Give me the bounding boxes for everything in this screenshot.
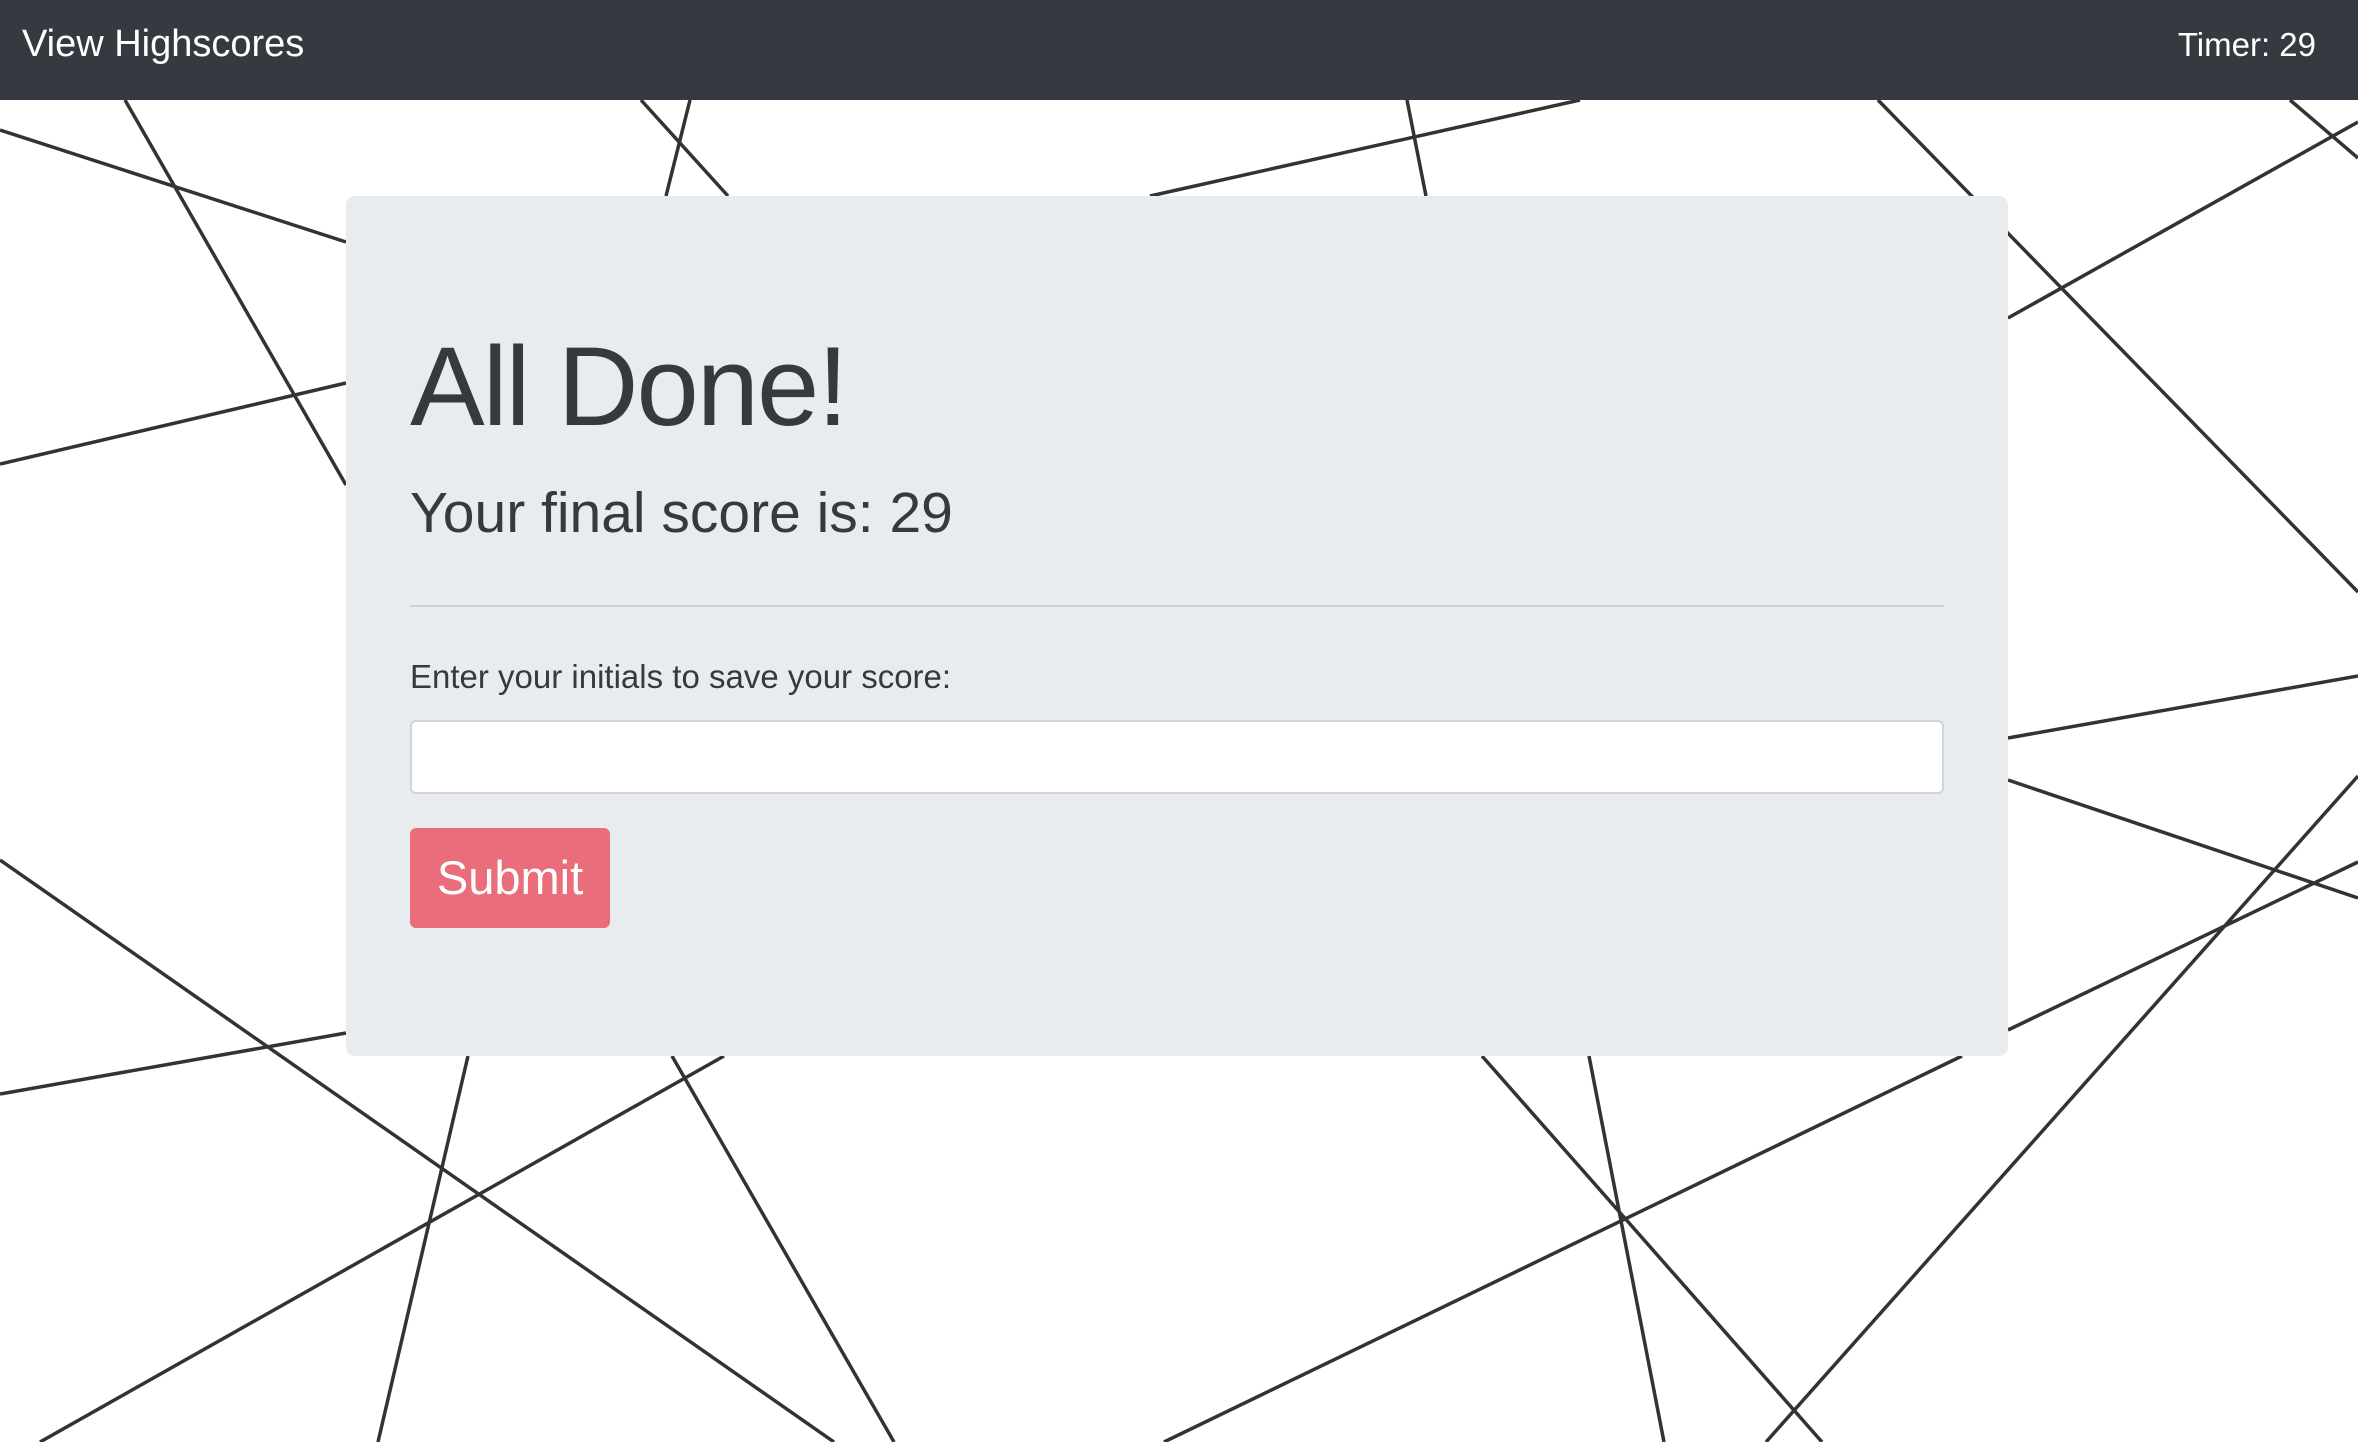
submit-button[interactable]: Submit [410, 828, 610, 928]
final-score-text: Your final score is: 29 [410, 481, 953, 545]
top-navbar: View Highscores Timer: 29 [0, 0, 2358, 100]
divider [410, 605, 1944, 607]
view-highscores-link[interactable]: View Highscores [22, 20, 304, 68]
initials-label: Enter your initials to save your score: [410, 658, 952, 695]
page-title: All Done! [410, 324, 848, 449]
quiz-end-card: All Done! Your final score is: 29 Enter … [346, 196, 2008, 1056]
initials-input[interactable] [410, 720, 1944, 794]
timer-display: Timer: 29 [2177, 26, 2316, 63]
